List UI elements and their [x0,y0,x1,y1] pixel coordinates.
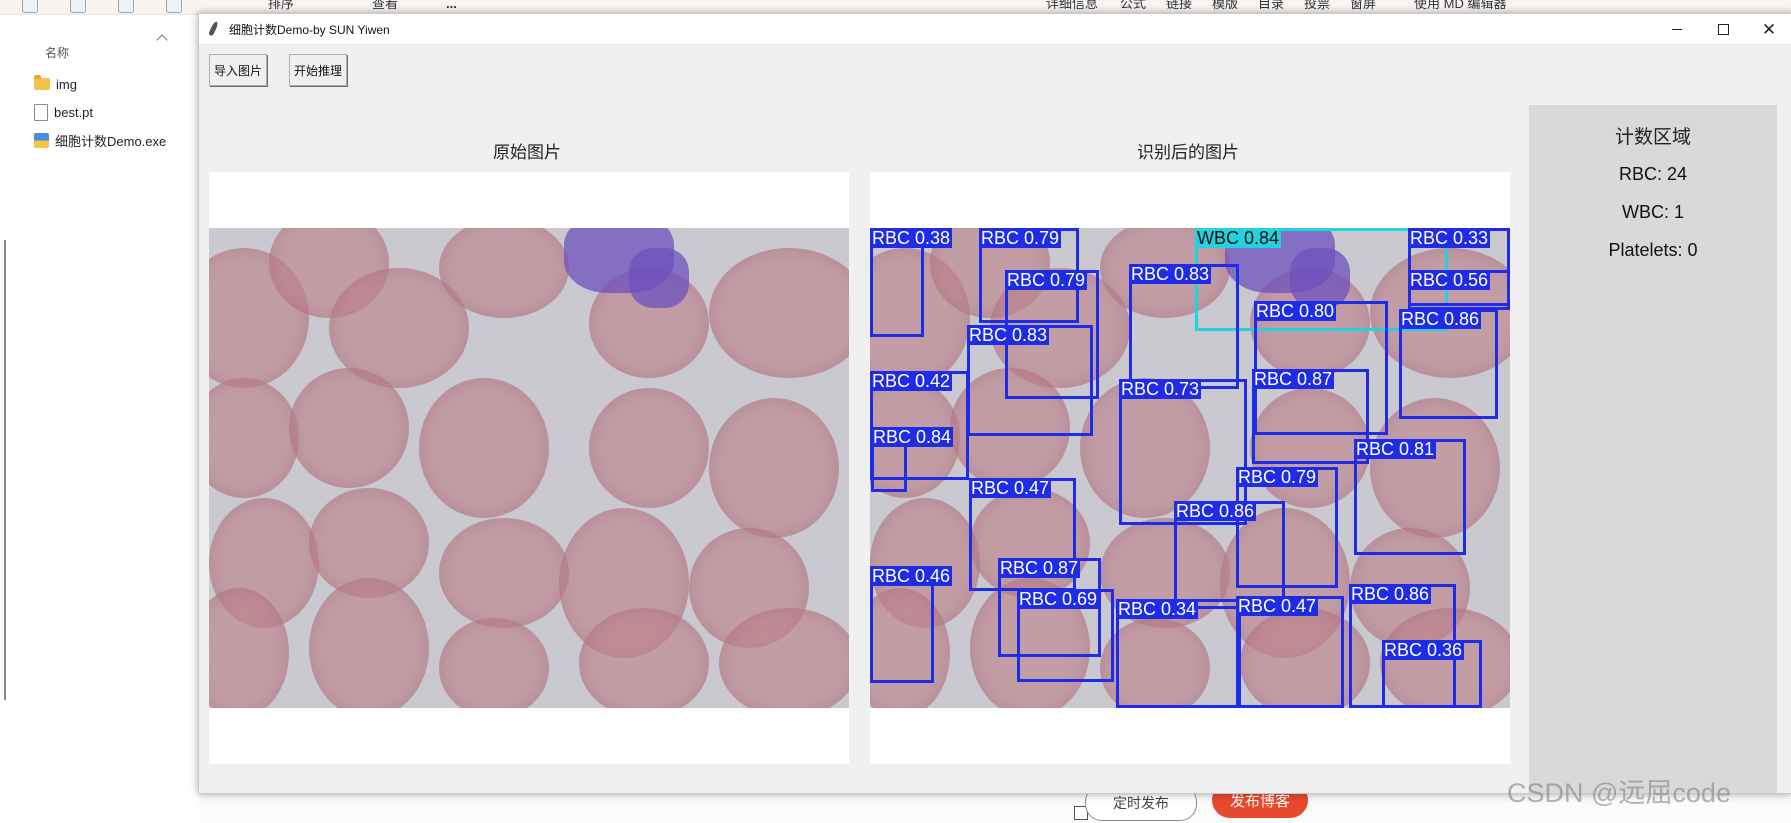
file-name: img [56,76,77,92]
file-item-best-pt[interactable]: best.pt [34,101,93,123]
document-icon [34,103,48,121]
detection-label: RBC 0.42 [870,371,953,391]
detection-box: RBC 0.83 [967,325,1093,436]
md-editor-button[interactable]: 使用 MD 编辑器 [1414,0,1506,11]
detection-label: RBC 0.79 [979,228,1062,248]
details-button[interactable]: 详细信息 [1046,0,1098,11]
detection-label: RBC 0.46 [870,566,953,586]
detection-label: RBC 0.86 [1349,584,1432,604]
detection-image: RBC 0.38 RBC 0.79 WBC 0.84 RBC 0.33 RBC … [870,228,1510,708]
rbc-count: RBC: 24 [1618,164,1688,184]
minimize-icon [1672,28,1682,30]
wbc-count: WBC: 1 [1621,202,1684,222]
detection-label: RBC 0.86 [1399,309,1482,329]
detection-box: RBC 0.86 [1174,501,1285,609]
editor-item-formula[interactable]: 公式 [1120,0,1146,11]
detection-box: RBC 0.86 [1399,309,1498,419]
file-item-exe[interactable]: 细胞计数Demo.exe [34,129,166,151]
explorer-scrollbar[interactable] [4,240,6,700]
minimize-button[interactable] [1654,14,1700,44]
detection-label: RBC 0.79 [1005,270,1088,290]
window-title: 细胞计数Demo-by SUN Yiwen [229,23,390,37]
detection-box: RBC 0.34 [1116,599,1241,708]
detection-label: RBC 0.33 [1408,228,1491,248]
detection-box: RBC 0.87 [1252,369,1369,464]
original-image-canvas [209,172,849,764]
detection-label: RBC 0.34 [1116,599,1199,619]
result-image-canvas: RBC 0.38 RBC 0.79 WBC 0.84 RBC 0.33 RBC … [870,172,1510,764]
editor-item-toc[interactable]: 目录 [1258,0,1284,11]
result-image-title: 识别后的图片 [1137,143,1239,162]
detection-box: RBC 0.81 [1354,439,1466,555]
detection-label: RBC 0.84 [871,427,954,447]
detection-label: RBC 0.69 [1017,589,1100,609]
detection-box: RBC 0.56 [1408,270,1510,310]
detection-label: RBC 0.81 [1354,439,1437,459]
close-button[interactable]: ✕ [1746,14,1791,44]
detection-label: RBC 0.80 [1254,301,1337,321]
detection-label: WBC 0.84 [1195,228,1282,248]
detection-box: RBC 0.38 [870,228,953,337]
detection-label: RBC 0.87 [998,558,1081,578]
detection-label: RBC 0.79 [1236,467,1319,487]
detection-label: RBC 0.87 [1252,369,1335,389]
count-title: 计数区域 [1614,126,1691,148]
detection-label: RBC 0.36 [1382,640,1465,660]
file-name: best.pt [54,104,94,120]
detection-label: RBC 0.47 [969,478,1052,498]
paste-icon[interactable] [70,0,86,13]
file-item-img[interactable]: img [34,73,77,95]
executable-icon [34,132,49,148]
maximize-icon [1717,23,1729,35]
app-window: 细胞计数Demo-by SUN Yiwen ✕ 导入图片 开始推理 原始图片 识… [198,13,1791,794]
blood-smear-image [209,228,849,708]
view-button[interactable]: 查看 [372,0,398,11]
editor-item-window[interactable]: 窗屏 [1350,0,1376,11]
detection-label: RBC 0.47 [1236,596,1319,616]
editor-item-vote[interactable]: 投票 [1304,0,1330,11]
count-panel: 计数区域 RBC: 24 WBC: 1 Platelets: 0 [1529,105,1777,793]
detection-box: RBC 0.84 [871,427,954,492]
detection-box: RBC 0.83 [1129,264,1239,389]
start-inference-button[interactable]: 开始推理 [289,54,347,86]
original-image-title: 原始图片 [493,143,561,162]
feather-icon [208,20,219,37]
editor-item-template[interactable]: 模版 [1212,0,1238,11]
more-button[interactable]: ... [446,0,457,11]
copy-icon[interactable] [22,0,38,13]
detection-box: RBC 0.69 [1017,589,1114,682]
detection-label: RBC 0.86 [1174,501,1257,521]
detection-box: RBC 0.47 [1236,596,1344,708]
platelets-count: Platelets: 0 [1608,240,1698,260]
detection-label: RBC 0.56 [1408,270,1491,290]
column-header-name[interactable]: 名称 [45,44,69,61]
detection-label: RBC 0.73 [1119,379,1202,399]
folder-icon [34,75,50,90]
share-icon[interactable] [166,0,182,13]
editor-item-link[interactable]: 链接 [1166,0,1192,11]
import-image-button[interactable]: 导入图片 [209,54,267,86]
rename-icon[interactable] [118,0,134,13]
detection-box: RBC 0.36 [1382,640,1482,708]
detection-box: RBC 0.46 [870,566,953,683]
sort-button[interactable]: 排序 [268,0,294,11]
file-name: 细胞计数Demo.exe [55,133,167,149]
maximize-button[interactable] [1700,14,1746,44]
close-icon: ✕ [1761,19,1777,39]
title-bar: 细胞计数Demo-by SUN Yiwen ✕ [199,14,1791,45]
detection-label: RBC 0.83 [1129,264,1212,284]
detection-label: RBC 0.38 [870,228,953,248]
csdn-watermark: CSDN @远屈code [1507,778,1731,808]
detection-label: RBC 0.83 [967,325,1050,345]
